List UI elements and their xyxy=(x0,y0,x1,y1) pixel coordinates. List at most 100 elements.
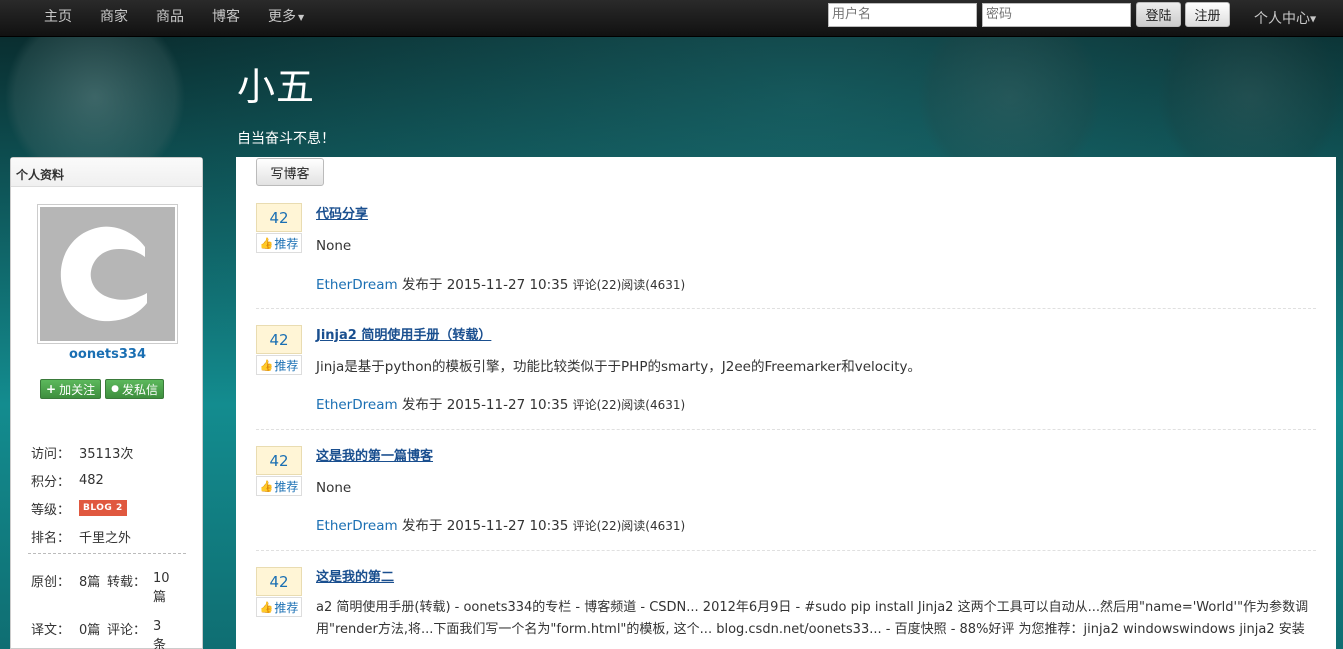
top-navbar: 主页 商家 商品 博客 更多▼ 登陆 注册 个人中心▼ xyxy=(0,0,1343,37)
stat-value: 10篇 xyxy=(153,571,170,605)
stat-rank: 排名： 千里之外 xyxy=(31,522,133,550)
post-title[interactable]: 代码分享 xyxy=(316,203,368,222)
caret-down-icon: ▼ xyxy=(1310,14,1317,24)
follow-button[interactable]: + 加关注 xyxy=(40,379,102,399)
stat-level: 等级： BLOG 2 xyxy=(31,494,133,522)
profile-sidebar: 个人资料 oonets334 + 加关注 ● 发私信 访问： 35113次 积分： … xyxy=(10,157,203,649)
post-summary: None xyxy=(316,238,352,254)
stat-label: 译文： xyxy=(31,623,71,638)
plus-icon: + xyxy=(46,382,57,396)
stat-original-repost: 原创： 8篇 转载： 10篇 xyxy=(31,571,173,619)
stat-label: 评论： xyxy=(107,623,147,638)
post-counts: 评论(22)阅读(4631) xyxy=(572,519,686,533)
stat-label: 原创： xyxy=(31,575,71,590)
vote-count: 42 xyxy=(256,446,302,475)
thumbs-up-icon: 👍 xyxy=(259,479,274,493)
post-author[interactable]: EtherDream xyxy=(316,277,398,293)
login-form: 登陆 注册 xyxy=(828,2,1234,27)
post-title[interactable]: 这是我的第一篇博客 xyxy=(316,445,433,464)
profile-stats: 访问： 35113次 积分： 482 等级： BLOG 2 排名： 千里之外 xyxy=(31,438,133,550)
stat-visits: 访问： 35113次 xyxy=(31,438,133,466)
stat-label: 等级： xyxy=(31,502,71,518)
stat-label: 积分： xyxy=(31,474,71,490)
username-input[interactable] xyxy=(828,2,977,27)
post-item: 42 👍 推荐 代码分享 None EtherDream 发布于 2015-11-… xyxy=(256,203,1316,315)
recommend-label: 推荐 xyxy=(274,600,299,615)
thumbs-up-icon: 👍 xyxy=(259,600,274,614)
nav-item-more-label: 更多 xyxy=(268,9,296,25)
post-counts: 评论(22)阅读(4631) xyxy=(572,278,686,292)
stat-value: 千里之外 xyxy=(79,530,132,546)
chat-bubble-icon: ● xyxy=(111,384,119,394)
post-date: 发布于 2015-11-27 10:35 xyxy=(397,518,573,534)
message-button[interactable]: ● 发私信 xyxy=(105,379,164,399)
follow-label: 加关注 xyxy=(59,382,96,397)
stat-label: 排名： xyxy=(31,530,71,546)
stats-divider xyxy=(28,553,186,554)
stat-label: 转载： xyxy=(107,575,147,590)
stat-label: 访问： xyxy=(31,446,71,462)
post-meta: EtherDream 发布于 2015-11-27 10:35 评论(22)阅读… xyxy=(316,393,685,413)
post-meta: EtherDream 发布于 2015-11-27 10:35 评论(22)阅读… xyxy=(316,273,685,293)
vote-count: 42 xyxy=(256,325,302,354)
post-title[interactable]: 这是我的第二 xyxy=(316,567,394,585)
avatar[interactable] xyxy=(37,204,178,344)
post-list: 写博客 42 👍 推荐 代码分享 None EtherDream 发布于 2015… xyxy=(236,157,1336,649)
recommend-label: 推荐 xyxy=(274,479,299,494)
vote-count: 42 xyxy=(256,203,302,232)
post-author[interactable]: EtherDream xyxy=(316,518,398,534)
c-letter-icon xyxy=(60,226,147,322)
post-item: 42 👍 推荐 这是我的第一篇博客 None EtherDream 发布于 201… xyxy=(256,446,1316,558)
register-button[interactable]: 注册 xyxy=(1185,2,1230,27)
avatar-image xyxy=(40,207,175,341)
recommend-button[interactable]: 👍 推荐 xyxy=(256,355,302,375)
nav-item-merchants[interactable]: 商家 xyxy=(86,6,142,26)
write-blog-button[interactable]: 写博客 xyxy=(256,158,324,186)
caret-down-icon: ▼ xyxy=(298,12,305,22)
user-center-label: 个人中心 xyxy=(1254,11,1310,27)
vote-count: 42 xyxy=(256,567,302,596)
password-input[interactable] xyxy=(982,2,1131,27)
post-summary: Jinja是基于python的模板引擎，功能比较类似于于PHP的smarty，J… xyxy=(316,359,922,375)
post-summary: a2 简明使用手册(转载) - oonets334的专栏 - 博客频道 - CS… xyxy=(316,600,1309,637)
post-divider xyxy=(256,429,1316,430)
message-label: 发私信 xyxy=(121,382,158,397)
stat-value: 8篇 xyxy=(79,575,101,590)
stat-translate-comment: 译文： 0篇 评论： 3条 xyxy=(31,619,173,649)
post-title[interactable]: Jinja2 简明使用手册（转载） xyxy=(316,324,491,343)
profile-username[interactable]: oonets334 xyxy=(11,347,204,362)
sidebar-header: 个人资料 xyxy=(11,158,202,187)
nav-item-blog[interactable]: 博客 xyxy=(198,6,254,26)
profile-actions: + 加关注 ● 发私信 xyxy=(40,379,168,399)
stat-value: 35113次 xyxy=(79,446,134,462)
stat-value: 0篇 xyxy=(79,623,101,638)
post-author[interactable]: EtherDream xyxy=(316,397,398,413)
post-divider xyxy=(256,550,1316,551)
nav-item-more[interactable]: 更多 ▼ xyxy=(254,6,318,26)
post-summary: None xyxy=(316,480,352,496)
level-badge: BLOG 2 xyxy=(79,500,127,516)
user-center-menu[interactable]: 个人中心▼ xyxy=(1254,8,1316,28)
thumbs-up-icon: 👍 xyxy=(259,236,274,250)
main-nav: 主页 商家 商品 博客 更多 ▼ xyxy=(30,0,318,32)
stat-points: 积分： 482 xyxy=(31,466,133,494)
thumbs-up-icon: 👍 xyxy=(259,358,274,372)
post-counts: 评论(22)阅读(4631) xyxy=(572,398,686,412)
blog-subtitle: 自当奋斗不息！ xyxy=(237,131,335,147)
post-date: 发布于 2015-11-27 10:35 xyxy=(397,277,573,293)
nav-item-home[interactable]: 主页 xyxy=(30,6,86,26)
stat-value: 482 xyxy=(79,472,104,488)
post-item: 42 👍 推荐 Jinja2 简明使用手册（转载） Jinja是基于python的… xyxy=(256,325,1316,437)
article-stats: 原创： 8篇 转载： 10篇 译文： 0篇 评论： 3条 xyxy=(31,571,173,649)
recommend-button[interactable]: 👍 推荐 xyxy=(256,476,302,496)
post-item: 42 👍 推荐 这是我的第二 a2 简明使用手册(转载) - oonets334的… xyxy=(256,567,1316,649)
post-date: 发布于 2015-11-27 10:35 xyxy=(397,397,573,413)
recommend-button[interactable]: 👍 推荐 xyxy=(256,597,302,617)
post-divider xyxy=(256,308,1316,309)
recommend-button[interactable]: 👍 推荐 xyxy=(256,233,302,253)
stat-value: 3条 xyxy=(153,619,167,649)
blog-title: 小五 xyxy=(237,65,316,109)
nav-item-products[interactable]: 商品 xyxy=(142,6,198,26)
login-button[interactable]: 登陆 xyxy=(1136,2,1181,27)
post-meta: EtherDream 发布于 2015-11-27 10:35 评论(22)阅读… xyxy=(316,514,685,534)
